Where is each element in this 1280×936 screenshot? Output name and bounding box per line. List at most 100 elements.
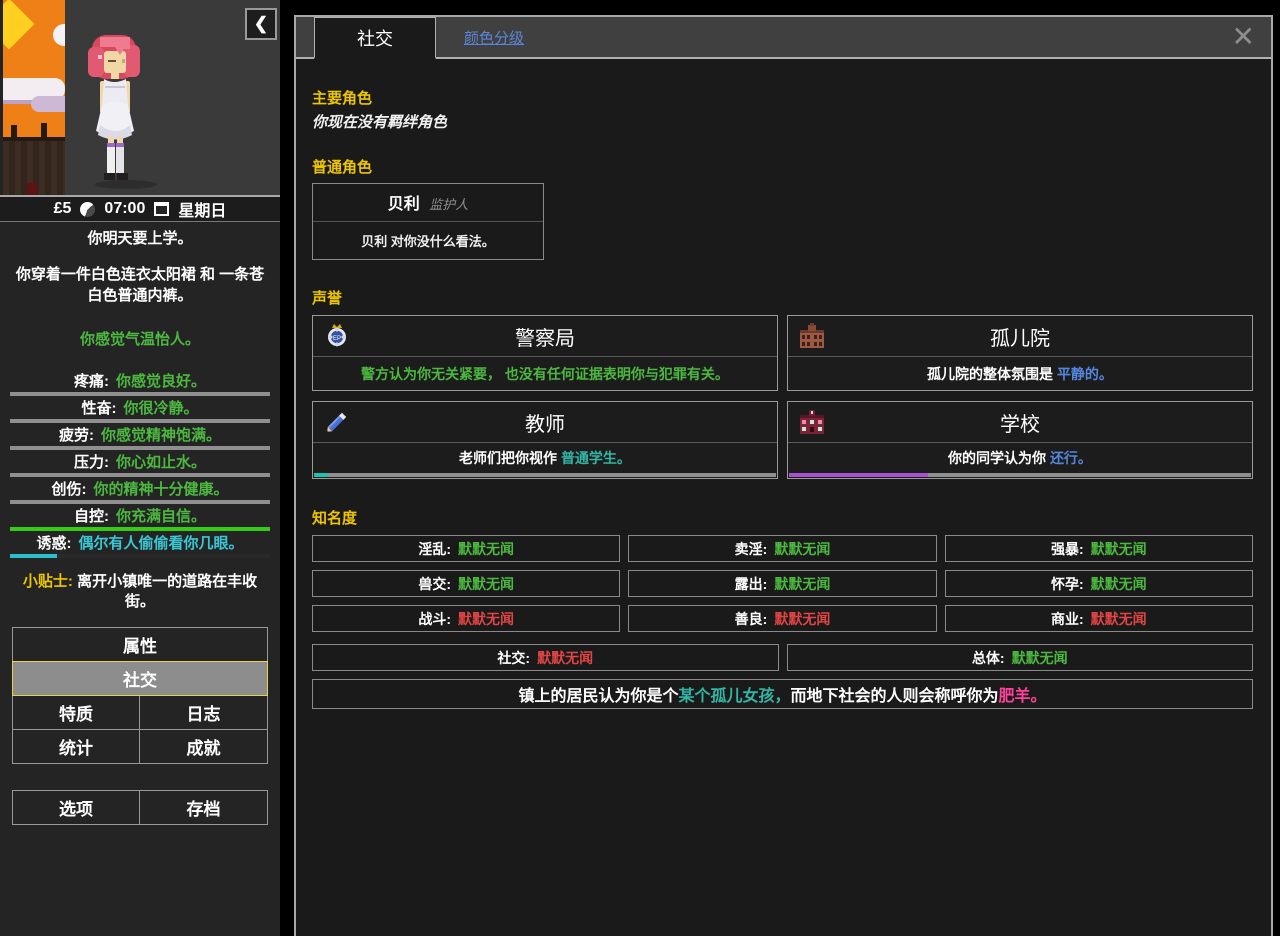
stat-arousal: 性奋: 你很冷静。: [10, 399, 270, 418]
fame-social: 社交:默默无闻: [312, 644, 779, 671]
fame-value: 默默无闻: [1012, 648, 1068, 668]
color-grading-link[interactable]: 颜色分级: [464, 27, 524, 48]
npc-card-bailey[interactable]: 贝利 监护人 贝利 对你没什么看法。: [312, 183, 544, 260]
reputation-card-school: 学校 你的同学认为你 还行。: [787, 401, 1253, 479]
nav-options-button[interactable]: 选项: [12, 790, 140, 825]
reputation-card-desc: 老师们把你视作 普通学生。: [313, 443, 777, 473]
cloud-icon: [53, 24, 65, 46]
stat-bar-trauma: [10, 500, 270, 504]
reputation-grid: EP 警察局 警方认为你无关紧要， 也没有任何证据表明你与犯罪有关。: [312, 315, 1253, 479]
nav-traits-button[interactable]: 特质: [12, 695, 140, 730]
stat-value: 你的精神十分健康。: [93, 481, 228, 498]
message-school: 你明天要上学。: [0, 229, 280, 249]
fame-label: 战斗:: [418, 609, 451, 629]
stat-bar-control: [10, 527, 270, 531]
social-overlay-panel: 社交 颜色分级 ✕ 主要角色 你现在没有羁绊角色 普通角色 贝利 监护人 贝利 …: [294, 15, 1273, 936]
fame-value: 默默无闻: [458, 574, 514, 594]
fame-wide-row: 社交:默默无闻 总体: 默默无闻: [312, 644, 1253, 671]
tip-body: 离开小镇唯一的道路在丰收街。: [77, 573, 257, 610]
fame-bestiality: 兽交: 默默无闻: [312, 570, 620, 597]
fame-label: 淫乱:: [418, 539, 451, 559]
reputation-card-teachers: 教师 老师们把你视作 普通学生。: [312, 401, 778, 479]
desc-plain: 你的同学认为你: [948, 448, 1050, 468]
close-icon[interactable]: ✕: [1232, 23, 1255, 51]
npc-opinion: 贝利 对你没什么看法。: [313, 222, 543, 259]
reputation-card-desc: 孤儿院的整体氛围是 平静的。: [788, 357, 1252, 390]
tab-social[interactable]: 社交: [314, 17, 436, 59]
npc-card-header: 贝利 监护人: [313, 184, 543, 222]
stat-label: 自控:: [74, 508, 109, 525]
teachers-reputation-bar: [314, 473, 776, 477]
reputation-card-desc: 警方认为你无关紧要， 也没有任何证据表明你与犯罪有关。: [313, 357, 777, 390]
reputation-card-desc: 你的同学认为你 还行。: [788, 443, 1252, 473]
nav-statistics-button[interactable]: 统计: [12, 729, 140, 764]
fame-pregnancy: 怀孕: 默默无闻: [945, 570, 1253, 597]
stat-bar-stress: [10, 473, 270, 477]
reputation-card-header: 教师: [313, 402, 777, 443]
fame-grid: 淫乱:默默无闻 卖淫:默默无闻 强暴:默默无闻 兽交:默默无闻 露出:默默无闻 …: [312, 535, 1253, 632]
message-temperature: 你感觉气温怡人。: [0, 330, 280, 350]
stat-bar-allure: [10, 554, 270, 558]
sidebar-collapse-button[interactable]: ❮: [245, 8, 277, 40]
fame-value: 默默无闻: [774, 539, 830, 559]
fame-value: 默默无闻: [537, 648, 593, 668]
fame-rape: 强暴:默默无闻: [945, 535, 1253, 562]
stat-label: 压力:: [74, 454, 109, 471]
npc-role: 监护人: [429, 197, 468, 212]
status-bar: £5 07:00 星期日: [0, 195, 280, 222]
summary-part: 而地下社会的人则会称呼你为: [791, 682, 999, 706]
fame-value: 默默无闻: [1091, 609, 1147, 629]
reputation-card-title: 孤儿院: [990, 322, 1050, 351]
fame-label: 兽交:: [418, 574, 451, 594]
fame-label: 怀孕:: [1051, 574, 1084, 594]
stat-bar-fatigue: [10, 446, 270, 450]
calendar-icon: [154, 202, 169, 216]
summary-part: 肥羊。: [999, 682, 1047, 706]
fame-value: 默默无闻: [774, 574, 830, 594]
stat-list: 疼痛:你感觉良好。 性奋:你很冷静。 疲劳:你感觉精神饱满。 压力:你心如止水。…: [0, 372, 280, 558]
fame-value: 默默无闻: [458, 609, 514, 629]
fame-value: 默默无闻: [1091, 539, 1147, 559]
reputation-card-header: 孤儿院: [788, 316, 1252, 357]
stat-value: 你感觉良好。: [116, 373, 206, 390]
stat-value: 你心如止水。: [116, 454, 206, 471]
fame-exhibitionism: 露出:默默无闻: [628, 570, 936, 597]
fame-value: 默默无闻: [1091, 574, 1147, 594]
nav-social-button[interactable]: 社交: [12, 661, 268, 696]
stat-stress: 压力: 你心如止水。: [10, 453, 270, 472]
summary-part: 某个孤儿女孩，: [678, 682, 790, 706]
clock-icon: [80, 202, 95, 217]
stat-trauma: 创伤:你的精神十分健康。: [10, 480, 270, 499]
fame-prostitution: 卖淫:默默无闻: [628, 535, 936, 562]
fame-overall: 总体: 默默无闻: [787, 644, 1254, 671]
panel-tabbar: 社交 颜色分级 ✕: [296, 17, 1271, 59]
desc-colored: 平静的。: [1057, 364, 1113, 384]
npc-name: 贝利: [388, 196, 420, 213]
desc-colored: 普通学生。: [561, 448, 631, 468]
fame-business: 商业:默默无闻: [945, 605, 1253, 632]
school-building-icon: [798, 408, 826, 436]
nav-saves-button[interactable]: 存档: [139, 790, 268, 825]
reputation-card-header: 学校: [788, 402, 1252, 443]
desc-colored: 还行。: [1050, 448, 1092, 468]
stat-label: 性奋:: [81, 400, 116, 417]
nav-attributes-button[interactable]: 属性: [12, 627, 268, 662]
message-clothing: 你穿着一件白色连衣太阳裙 和 一条苍白色普通内裤。: [0, 265, 280, 306]
school-reputation-bar: [789, 473, 1251, 477]
stat-value: 你很冷静。: [123, 400, 198, 417]
section-fame: 知名度: [312, 507, 1253, 528]
desc-colored: 警方认为你无关紧要， 也没有任何证据表明你与犯罪有关。: [361, 364, 729, 384]
nav-journal-button[interactable]: 日志: [139, 695, 268, 730]
chimney: [41, 123, 47, 137]
fame-value: 默默无闻: [774, 609, 830, 629]
chimney: [11, 125, 17, 137]
fame-kindness: 善良:默默无闻: [628, 605, 936, 632]
nav-achievements-button[interactable]: 成就: [139, 729, 268, 764]
orphanage-building-icon: [798, 322, 826, 350]
desc-plain: 孤儿院的整体氛围是: [927, 364, 1057, 384]
fame-label: 总体:: [972, 648, 1005, 668]
summary-part: 镇上的居民认为你是个: [518, 682, 678, 706]
weekday-value: 星期日: [178, 197, 226, 221]
police-badge-icon: EP: [323, 322, 351, 350]
desc-plain: 老师们把你视作: [459, 448, 561, 468]
